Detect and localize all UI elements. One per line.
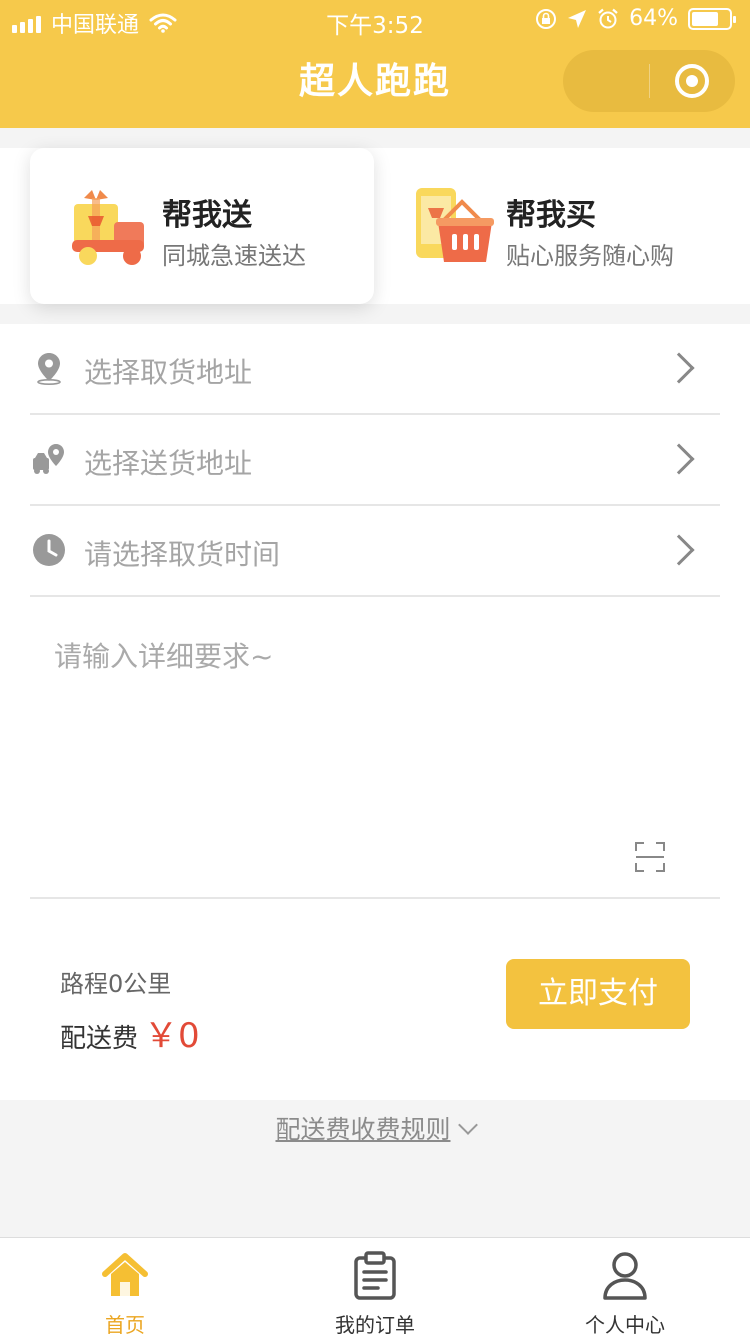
battery-icon (688, 7, 736, 30)
close-target-icon[interactable] (675, 64, 709, 98)
tab-profile[interactable]: 个人中心 (500, 1238, 750, 1334)
service-card-buy[interactable]: 帮我买 贴心服务随心购 (380, 148, 724, 304)
order-form: 选择取货地址 选择送货地址 请选择取货时间 请输入详细要求~ 路程0公里 配送费… (0, 324, 750, 1100)
battery-percent: 64% (629, 6, 678, 31)
tab-orders-label: 我的订单 (335, 1313, 415, 1334)
service-subtitle-buy: 贴心服务随心购 (506, 242, 674, 270)
alarm-icon (598, 8, 618, 28)
chevron-right-icon (663, 534, 695, 566)
home-icon (102, 1253, 148, 1296)
status-right: 64% (535, 6, 736, 31)
pickup-address-label: 选择取货地址 (84, 356, 253, 389)
top-bar: 中国联通 下午3:52 64% 超人跑跑 (0, 0, 750, 128)
tab-home-label: 首页 (105, 1313, 145, 1334)
fee-label: 配送费 (60, 1024, 139, 1054)
delivery-fee: 配送费 ￥0 (60, 1008, 200, 1057)
requirements-placeholder: 请输入详细要求~ (54, 640, 274, 673)
scan-icon[interactable] (634, 841, 666, 873)
delivery-address-label: 选择送货地址 (84, 447, 253, 480)
status-bar: 中国联通 下午3:52 64% (0, 0, 750, 40)
tab-profile-label: 个人中心 (585, 1313, 665, 1334)
tab-home[interactable]: 首页 (0, 1238, 250, 1334)
user-icon (603, 1252, 647, 1300)
service-title-buy: 帮我买 (506, 198, 596, 233)
fee-rules-label: 配送费收费规则 (275, 1115, 451, 1144)
route-distance: 路程0公里 (60, 970, 172, 998)
shopping-basket-icon (416, 188, 494, 262)
order-clipboard-icon (354, 1251, 396, 1300)
delivery-address-row[interactable]: 选择送货地址 (30, 415, 720, 506)
pickup-time-row[interactable]: 请选择取货时间 (30, 506, 720, 597)
service-title-deliver: 帮我送 (162, 198, 252, 233)
pay-now-button[interactable]: 立即支付 (506, 959, 690, 1029)
service-card-deliver[interactable]: 帮我送 同城急速送达 (30, 148, 374, 304)
service-selector: 帮我送 同城急速送达 帮我买 贴心服务随心购 (0, 148, 750, 304)
delivery-location-icon (33, 444, 64, 474)
pickup-time-label: 请选择取货时间 (84, 538, 281, 571)
chevron-down-icon (457, 1115, 478, 1135)
location-arrow-icon (568, 9, 587, 28)
chevron-right-icon (663, 352, 695, 384)
service-subtitle-deliver: 同城急速送达 (162, 242, 306, 270)
fee-amount: ￥0 (144, 1016, 200, 1056)
tab-bar: 首页 我的订单 个人中心 (0, 1237, 750, 1334)
miniprogram-capsule (563, 50, 735, 112)
rotation-lock-icon (536, 8, 557, 29)
requirements-textarea[interactable]: 请输入详细要求~ (30, 597, 720, 899)
pickup-address-row[interactable]: 选择取货地址 (30, 324, 720, 415)
clock-icon (33, 534, 65, 566)
tab-orders[interactable]: 我的订单 (250, 1238, 500, 1334)
location-pin-icon (37, 353, 61, 385)
fee-rules-link[interactable]: 配送费收费规则 (0, 1110, 750, 1146)
delivery-truck-icon (72, 190, 144, 265)
chevron-right-icon (663, 443, 695, 475)
